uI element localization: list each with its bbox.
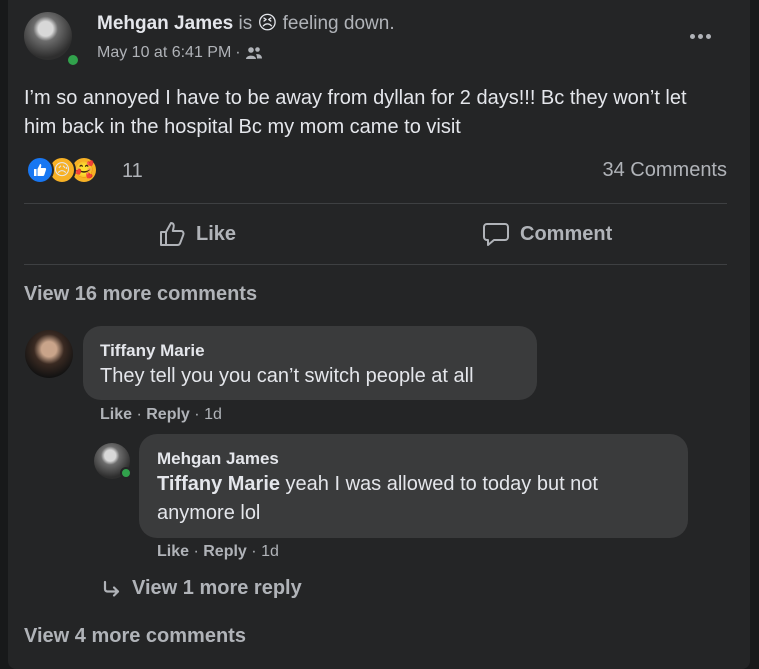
reaction-count: 11 [122,160,143,182]
comment-bubble: Tiffany Marie They tell you you can’t sw… [83,326,537,400]
post-card: Mehgan James is 😣 feeling down. May 10 a… [8,0,750,669]
reply-mention-link[interactable]: Tiffany Marie [157,473,280,495]
friends-icon[interactable] [245,46,263,60]
like-button[interactable]: Like [158,220,236,248]
feeling-emoji-icon: 😣 [257,13,278,34]
reply-author[interactable]: Mehgan James [157,449,279,469]
comment-time[interactable]: 1d [204,406,222,423]
comment-button[interactable]: Comment [482,220,612,248]
comment-actions: Like · Reply · 1d [100,406,222,423]
view-more-comments-top[interactable]: View 16 more comments [24,283,257,306]
post-header-line: Mehgan James is 😣 feeling down. [97,12,395,35]
divider-top [24,203,727,204]
meta-separator: · [235,44,241,61]
reply-bubble: Mehgan James Tiffany Marie yeah I was al… [139,434,688,538]
post-meta: May 10 at 6:41 PM · [97,44,263,62]
comments-count[interactable]: 34 Comments [603,159,728,182]
view-more-replies[interactable]: View 1 more reply [102,577,302,600]
reply-arrow-icon [103,580,120,597]
author-name[interactable]: Mehgan James [97,13,233,34]
like-label: Like [196,222,237,245]
view-more-comments-bottom[interactable]: View 4 more comments [24,625,246,648]
reply-text-block: Tiffany Marie yeah I was allowed to toda… [157,470,672,528]
more-options-icon[interactable] [685,26,715,46]
feeling-prefix: is [238,13,253,34]
comment-author[interactable]: Tiffany Marie [100,341,205,361]
feeling-text[interactable]: feeling down. [283,13,395,34]
commenter-avatar[interactable] [25,330,73,378]
comment-text: They tell you you can’t switch people at… [100,365,474,387]
divider-bottom [24,264,727,265]
view-more-replies-label: View 1 more reply [132,577,302,599]
reactions-summary[interactable]: 😥 🥰 11 [26,156,143,186]
reply-actions: Like · Reply · 1d [157,543,279,560]
post-timestamp[interactable]: May 10 at 6:41 PM [97,44,231,62]
comment-label: Comment [520,222,613,245]
like-reaction-icon [26,156,54,184]
comment-like-link[interactable]: Like [100,406,132,423]
author-avatar[interactable] [24,12,72,60]
reply-reply-link[interactable]: Reply [203,543,247,560]
post-body: I’m so annoyed I have to be away from dy… [24,87,687,138]
online-status-dot [66,53,80,67]
comment-bubble-icon [483,223,509,246]
reply-online-status-dot [120,467,132,479]
reply-time[interactable]: 1d [261,543,279,560]
comment-reply-link[interactable]: Reply [146,406,190,423]
reply-like-link[interactable]: Like [157,543,189,560]
thumbs-up-icon [160,222,185,246]
